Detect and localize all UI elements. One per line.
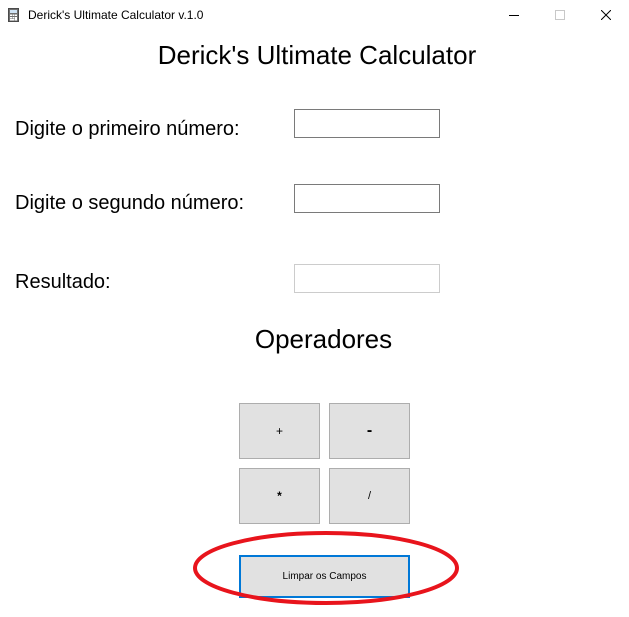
second-number-label: Digite o segundo número:	[15, 192, 245, 214]
result-field[interactable]	[294, 264, 440, 293]
operators-heading: Operadores	[254, 324, 393, 354]
close-button[interactable]	[583, 0, 629, 30]
second-number-input[interactable]	[294, 184, 440, 213]
multiply-button[interactable]: *	[239, 468, 320, 524]
minimize-icon	[509, 15, 519, 16]
clear-fields-button[interactable]: Limpar os Campos	[239, 555, 410, 598]
maximize-button[interactable]	[537, 0, 583, 30]
maximize-icon	[555, 10, 565, 20]
first-number-label: Digite o primeiro número:	[15, 118, 240, 140]
minimize-button[interactable]	[491, 0, 537, 30]
result-label: Resultado:	[15, 271, 111, 293]
title-bar[interactable]: Derick's Ultimate Calculator v.1.0	[0, 0, 629, 30]
calculator-window: Derick's Ultimate Calculator v.1.0 Deric…	[0, 0, 629, 617]
calculator-icon	[8, 8, 19, 22]
window-title: Derick's Ultimate Calculator v.1.0	[28, 8, 204, 22]
close-icon	[601, 10, 611, 20]
first-number-input[interactable]	[294, 109, 440, 138]
add-button[interactable]: +	[239, 403, 320, 459]
subtract-button[interactable]: -	[329, 403, 410, 459]
app-heading: Derick's Ultimate Calculator	[157, 40, 477, 70]
divide-button[interactable]: /	[329, 468, 410, 524]
